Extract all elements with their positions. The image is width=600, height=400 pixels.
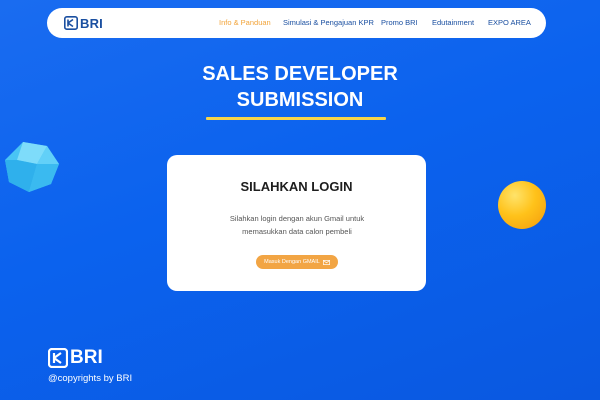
nav-expo-area[interactable]: EXPO AREA: [488, 17, 531, 29]
copyright-text: @copyrights by BRI: [48, 373, 133, 384]
login-description: Silahkan login dengan akun Gmail untuk m…: [207, 212, 387, 238]
footer-bri-logo-text: BRI: [70, 347, 103, 368]
nav-promo-bri[interactable]: Promo BRI: [381, 17, 418, 29]
nav-simulasi-kpr[interactable]: Simulasi & Pengajuan KPR: [283, 17, 374, 29]
footer-bri-logo-icon: [48, 348, 68, 368]
login-card: SILAHKAN LOGIN Silahkan login dengan aku…: [167, 155, 426, 291]
sun-decoration: [498, 181, 546, 229]
nav-edutainment[interactable]: Edutainment: [432, 17, 474, 29]
page-title: SALES DEVELOPER SUBMISSION: [0, 61, 600, 113]
nav-menu: Info & Panduan Simulasi & Pengajuan KPR …: [47, 8, 546, 38]
footer-bri-logo: BRI: [48, 347, 103, 369]
login-title: SILAHKAN LOGIN: [240, 179, 353, 194]
login-description-line2: memasukkan data calon pembeli: [242, 227, 352, 236]
title-underline: [206, 117, 386, 120]
mail-icon: [322, 259, 330, 265]
page-title-line2: SUBMISSION: [236, 89, 364, 111]
gmail-login-label: Masuk Dengan GMAIL: [264, 259, 320, 265]
crystal-decoration-icon: [5, 142, 59, 192]
page-title-line1: SALES DEVELOPER: [202, 63, 398, 85]
nav-info-panduan[interactable]: Info & Panduan: [219, 17, 271, 29]
gmail-login-button[interactable]: Masuk Dengan GMAIL: [256, 255, 338, 269]
login-description-line1: Silahkan login dengan akun Gmail untuk: [229, 214, 365, 223]
top-navbar: BRI Info & Panduan Simulasi & Pengajuan …: [47, 8, 546, 38]
